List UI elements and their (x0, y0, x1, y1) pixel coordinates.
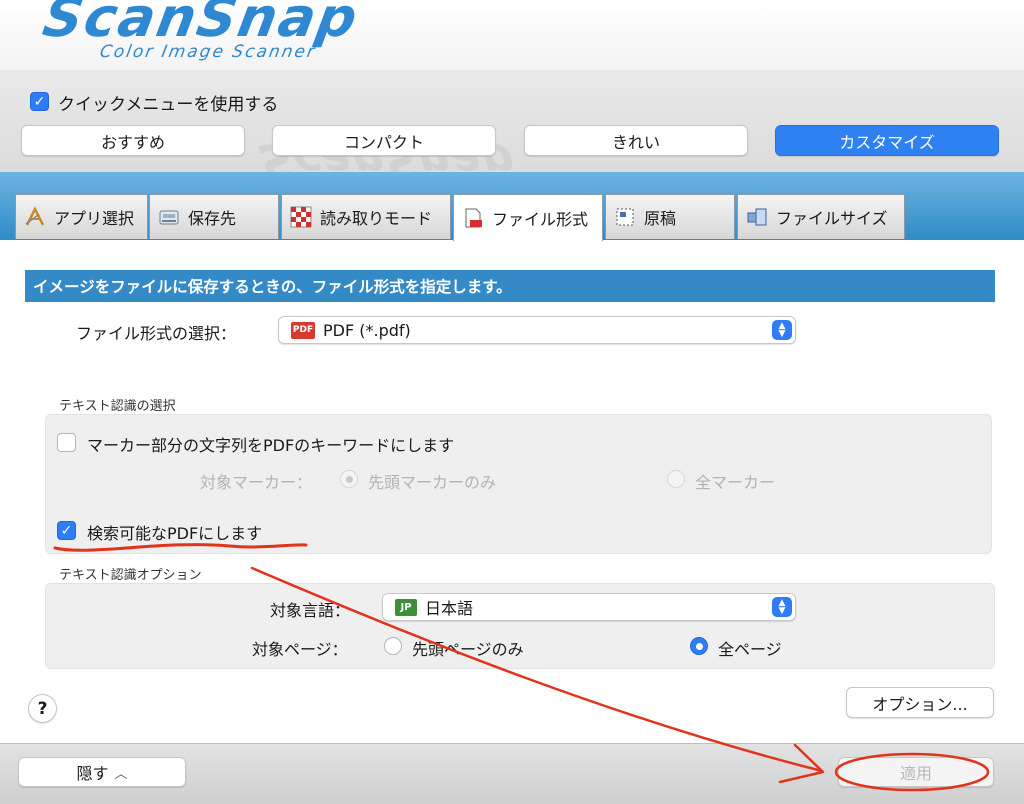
quick-menu-label: クイックメニューを使用する (58, 95, 279, 115)
target-marker-label: 対象マーカー： (200, 473, 313, 492)
tab-document[interactable]: 原稿 (605, 194, 735, 239)
pdf-icon: PDF (291, 321, 315, 339)
file-format-icon (465, 208, 482, 228)
tab-app-select[interactable]: アプリ選択 (15, 194, 148, 239)
logo-tagline: Color Image Scanner (98, 42, 318, 62)
language-label: 対象言語： (270, 601, 351, 620)
hide-label: 隠す (76, 764, 109, 783)
language-flag-icon: JP (395, 598, 417, 616)
chevron-updown-icon: ▲ ▼ (772, 597, 792, 617)
file-format-select[interactable]: PDF PDF (*.pdf) ▲ ▼ (278, 316, 796, 344)
tab-scan-mode[interactable]: 読み取りモード (281, 194, 451, 239)
radio-all-markers-label: 全マーカー (695, 473, 776, 492)
radio-all-pages-label: 全ページ (718, 640, 782, 659)
text-recognition-section-label: テキスト認識の選択 (59, 399, 176, 414)
options-button[interactable]: オプション... (846, 687, 994, 718)
tab-file-format[interactable]: ファイル形式 (453, 194, 603, 241)
info-bar: イメージをファイルに保存するときの、ファイル形式を指定します。 (25, 270, 995, 302)
app-header: ScanSnap Color Image Scanner (0, 0, 1024, 70)
tab-label: 原稿 (644, 209, 677, 228)
quick-menu-checkbox[interactable]: ✓ (30, 92, 49, 111)
file-size-icon (747, 208, 767, 226)
document-icon (616, 208, 634, 226)
language-select[interactable]: JP 日本語 ▲ ▼ (382, 593, 796, 621)
quick-menu-panel: ScanSnap ✓ クイックメニューを使用する おすすめ コンパクト きれい … (0, 70, 1024, 188)
language-value: 日本語 (425, 599, 474, 618)
radio-all-markers[interactable] (667, 470, 685, 488)
ocr-options-section-label: テキスト認識オプション (59, 568, 202, 583)
scan-mode-icon (290, 206, 312, 228)
marker-keyword-checkbox[interactable] (57, 433, 76, 452)
preset-compact-button[interactable]: コンパクト (272, 125, 496, 156)
apply-button[interactable]: 適用 (838, 757, 994, 787)
file-format-value: PDF (*.pdf) (323, 320, 411, 340)
radio-first-marker-label: 先頭マーカーのみ (368, 473, 497, 492)
save-destination-icon (159, 210, 179, 225)
chevron-updown-icon: ▲ ▼ (772, 320, 792, 340)
tab-label: ファイル形式 (492, 210, 589, 229)
preset-clean-button[interactable]: きれい (524, 125, 748, 156)
radio-first-page-label: 先頭ページのみ (412, 640, 524, 659)
info-text: イメージをファイルに保存するときの、ファイル形式を指定します。 (33, 278, 512, 296)
hide-button[interactable]: 隠す ︿ (18, 757, 186, 787)
radio-first-marker[interactable] (340, 470, 358, 488)
preset-customize-button[interactable]: カスタマイズ (775, 125, 999, 156)
searchable-pdf-label: 検索可能なPDFにします (87, 524, 263, 543)
preset-recommended-button[interactable]: おすすめ (21, 125, 245, 156)
target-page-label: 対象ページ： (252, 640, 348, 659)
tab-label: ファイルサイズ (776, 209, 888, 228)
tab-label: アプリ選択 (54, 209, 135, 228)
marker-keyword-label: マーカー部分の文字列をPDFのキーワードにします (87, 436, 455, 455)
file-format-label: ファイル形式の選択： (76, 324, 237, 343)
radio-first-page[interactable] (384, 637, 402, 655)
tab-save-destination[interactable]: 保存先 (149, 194, 279, 239)
app-select-icon (25, 206, 45, 226)
tab-file-size[interactable]: ファイルサイズ (737, 194, 905, 239)
radio-all-pages[interactable] (690, 637, 708, 655)
help-button[interactable]: ? (28, 694, 57, 723)
tab-label: 読み取りモード (320, 209, 433, 228)
chevron-up-icon: ︿ (114, 766, 128, 782)
tab-label: 保存先 (188, 209, 237, 228)
searchable-pdf-checkbox[interactable]: ✓ (57, 521, 76, 540)
